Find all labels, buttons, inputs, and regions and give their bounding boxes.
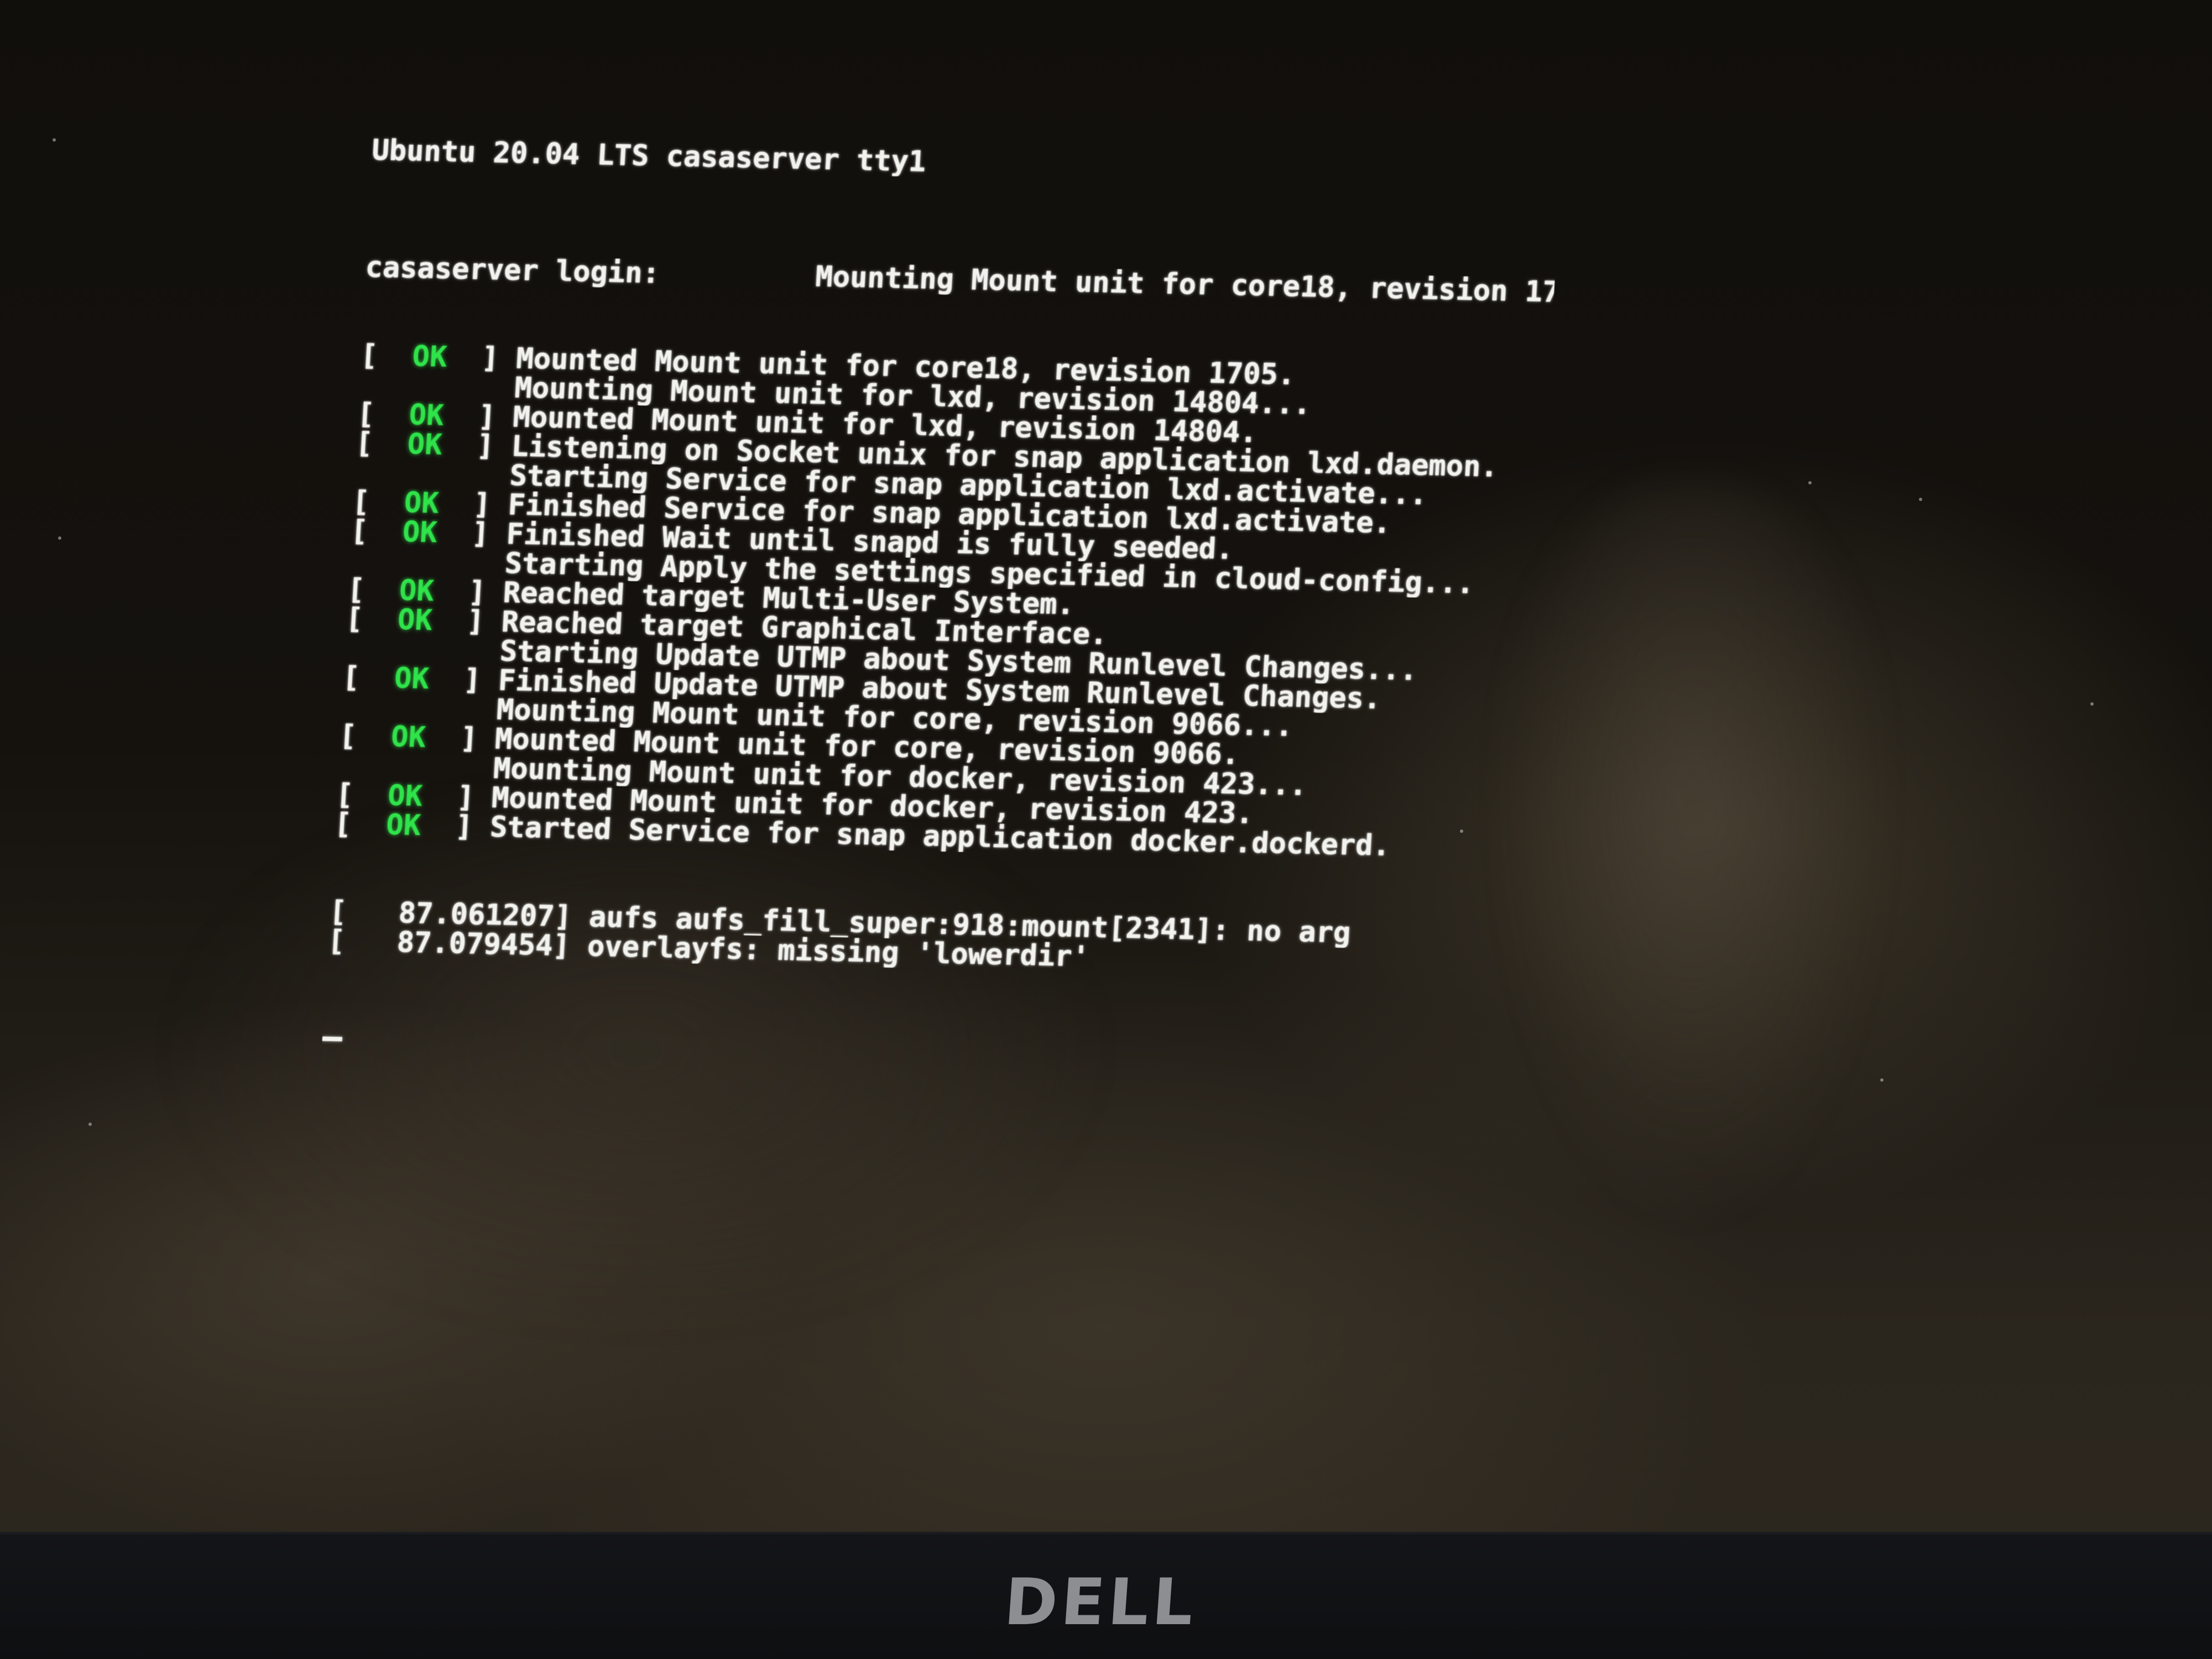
ok-status: OK [387,780,424,813]
ok-status: OK [393,662,430,696]
status-prefix [358,370,515,404]
login-prompt-line[interactable]: casaserver login: Mounting Mount unit fo… [364,253,1554,307]
dust-speck [1808,481,1812,484]
text-cursor [322,1036,343,1042]
status-prefix: [ OK ] [359,341,517,375]
ok-status: OK [403,487,440,520]
status-prefix: [ OK ] [345,604,503,639]
dust-speck [1880,1078,1884,1082]
ok-status: OK [390,721,427,755]
dell-logo: DELL [1001,1565,1199,1640]
screen-reflection-hand [1493,487,1891,1233]
kernel-timestamp: 87.079454 [396,926,554,963]
ok-status: OK [406,429,444,462]
status-prefix: [ OK ] [352,487,509,521]
dust-speck [53,138,56,142]
boot-message: Mounting Mount unit for core18, revision… [659,257,1555,307]
status-prefix: [ OK ] [335,780,493,815]
status-prefix: [ OK ] [356,399,514,434]
monitor-screen: Ubuntu 20.04 LTS casaserver tty1 casaser… [0,0,2212,1532]
boot-log: [ OK ] Mounted Mount unit for core18, re… [333,341,1550,864]
console-header: Ubuntu 20.04 LTS casaserver tty1 [371,135,927,179]
status-prefix: [ OK ] [347,575,504,609]
ok-status: OK [385,809,422,842]
status-prefix: [ OK ] [338,722,496,756]
status-prefix [348,546,506,580]
dust-speck [88,1123,92,1126]
ok-status: OK [401,517,439,550]
status-prefix: [ OK ] [350,517,508,551]
monitor-photo: Ubuntu 20.04 LTS casaserver tty1 casaser… [0,0,2212,1659]
status-prefix [340,692,498,727]
dust-speck [58,536,61,540]
dust-speck [2090,702,2094,706]
ok-status: OK [398,575,435,608]
ok-status: OK [408,399,445,432]
status-prefix: [ OK ] [342,663,499,697]
dust-speck [1919,498,1922,501]
tty-console[interactable]: Ubuntu 20.04 LTS casaserver tty1 casaser… [319,77,1564,1127]
ok-status: OK [397,604,434,638]
kernel-log: [ 87.061207] aufs aufs_fill_super:918:mo… [327,898,1519,981]
status-prefix: [ OK ] [333,810,491,844]
status-prefix: [ OK ] [355,429,513,463]
status-prefix [337,751,494,785]
cursor-line [322,1014,1512,1068]
login-prompt: casaserver login: [364,253,661,290]
ok-status: OK [411,341,448,374]
status-prefix [353,458,511,492]
status-prefix [343,634,501,668]
kernel-timestamp: 87.061207 [398,897,556,933]
